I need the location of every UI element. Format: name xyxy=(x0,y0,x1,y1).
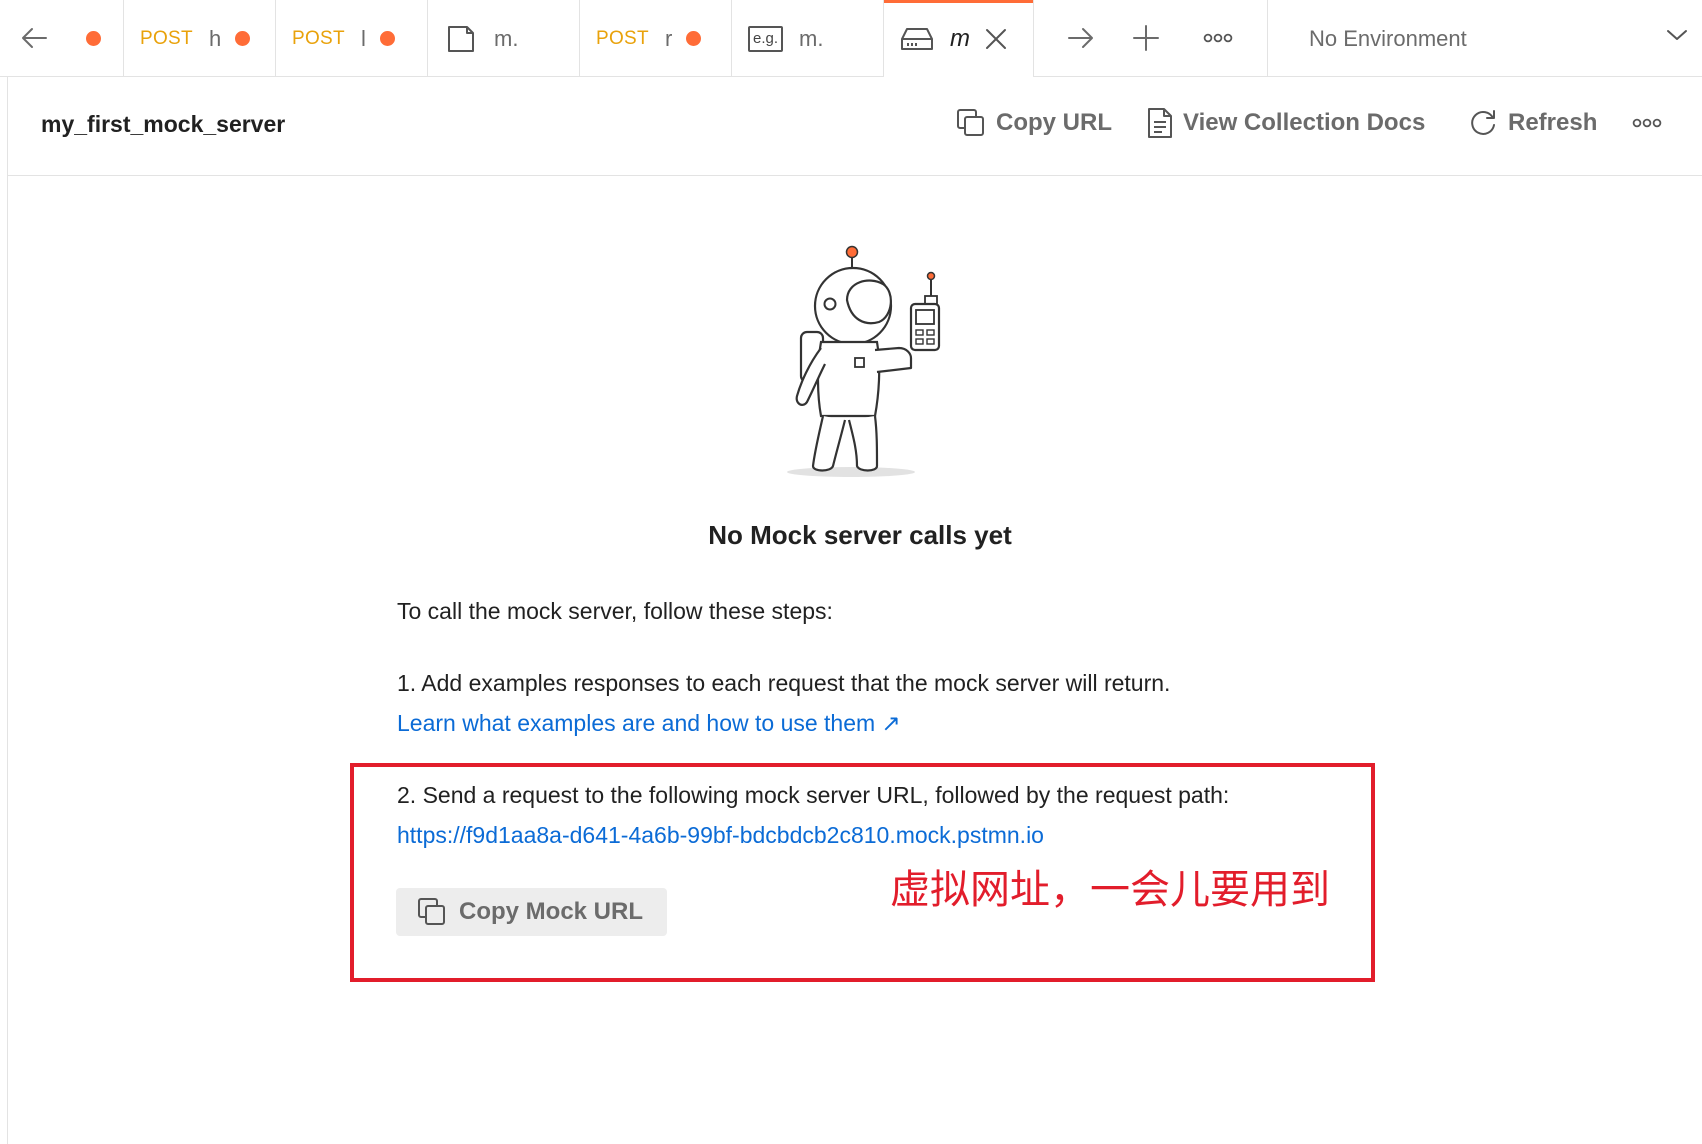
example-icon: e.g. xyxy=(748,25,784,52)
tab-method: POST xyxy=(596,27,649,49)
tab-collection[interactable]: m. xyxy=(428,0,580,77)
unsaved-dot-icon xyxy=(235,31,251,46)
tab-name: r xyxy=(664,25,673,51)
tab-mock-server[interactable]: m xyxy=(884,0,1034,77)
tab-name: m. xyxy=(494,25,519,51)
unsaved-dot-icon xyxy=(86,31,101,46)
mock-server-icon xyxy=(900,26,934,52)
view-docs-label: View Collection Docs xyxy=(1183,109,1426,136)
learn-examples-link[interactable]: Learn what examples are and how to use t… xyxy=(397,710,901,737)
more-horizontal-icon xyxy=(1203,33,1233,43)
tab-example[interactable]: e.g. m. xyxy=(732,0,884,77)
more-options-button[interactable] xyxy=(1632,103,1662,143)
tab-name: m xyxy=(950,24,970,52)
tab-post-request-1[interactable]: POST h xyxy=(124,0,276,77)
tab-method: POST xyxy=(292,27,345,49)
forward-button[interactable] xyxy=(1061,20,1101,56)
arrow-right-icon xyxy=(1068,28,1093,48)
collection-icon xyxy=(446,24,476,54)
close-icon xyxy=(986,28,1006,49)
environment-selector[interactable]: No Environment xyxy=(1267,0,1702,77)
more-horizontal-icon xyxy=(1632,118,1662,128)
tab-unsaved-request[interactable] xyxy=(60,0,124,77)
tab-options-button[interactable] xyxy=(1198,20,1238,56)
tab-post-request-2[interactable]: POST l xyxy=(276,0,428,77)
tab-post-request-3[interactable]: POST r xyxy=(580,0,732,77)
back-button[interactable] xyxy=(14,20,54,56)
new-tab-button[interactable] xyxy=(1126,20,1166,56)
tab-method: POST xyxy=(140,27,193,49)
unsaved-dot-icon xyxy=(686,31,702,46)
page-title: my_first_mock_server xyxy=(41,111,286,137)
steps-intro: To call the mock server, follow these st… xyxy=(397,598,833,624)
astronaut-illustration xyxy=(787,245,941,477)
tab-close-button[interactable] xyxy=(984,27,1008,51)
annotation-text: 虚拟网址，一会儿要用到 xyxy=(890,867,1330,913)
empty-state-title: No Mock server calls yet xyxy=(708,520,1012,550)
plus-icon xyxy=(1133,25,1159,51)
unsaved-dot-icon xyxy=(379,31,395,46)
step-1-text: 1. Add examples responses to each reques… xyxy=(397,670,1171,696)
copy-url-button[interactable]: Copy URL xyxy=(956,103,1112,143)
environment-label: No Environment xyxy=(1309,25,1467,51)
mock-server-header: my_first_mock_server Copy URL View Colle… xyxy=(7,77,1702,176)
example-icon-text: e.g. xyxy=(748,25,784,52)
copy-url-label: Copy URL xyxy=(996,109,1112,136)
document-icon xyxy=(1148,108,1172,138)
tab-name: m. xyxy=(799,25,824,51)
copy-icon xyxy=(957,109,984,136)
view-collection-docs-button[interactable]: View Collection Docs xyxy=(1147,103,1425,143)
refresh-icon xyxy=(1471,110,1495,135)
tab-bar: POST h POST l m. POST r e.g. m. m No Env… xyxy=(0,0,1702,77)
tab-name: l xyxy=(360,25,366,51)
arrow-left-icon xyxy=(22,28,47,48)
refresh-label: Refresh xyxy=(1508,109,1598,136)
tab-name: h xyxy=(208,25,222,51)
chevron-down-icon xyxy=(1667,30,1687,40)
refresh-button[interactable]: Refresh xyxy=(1468,103,1597,143)
